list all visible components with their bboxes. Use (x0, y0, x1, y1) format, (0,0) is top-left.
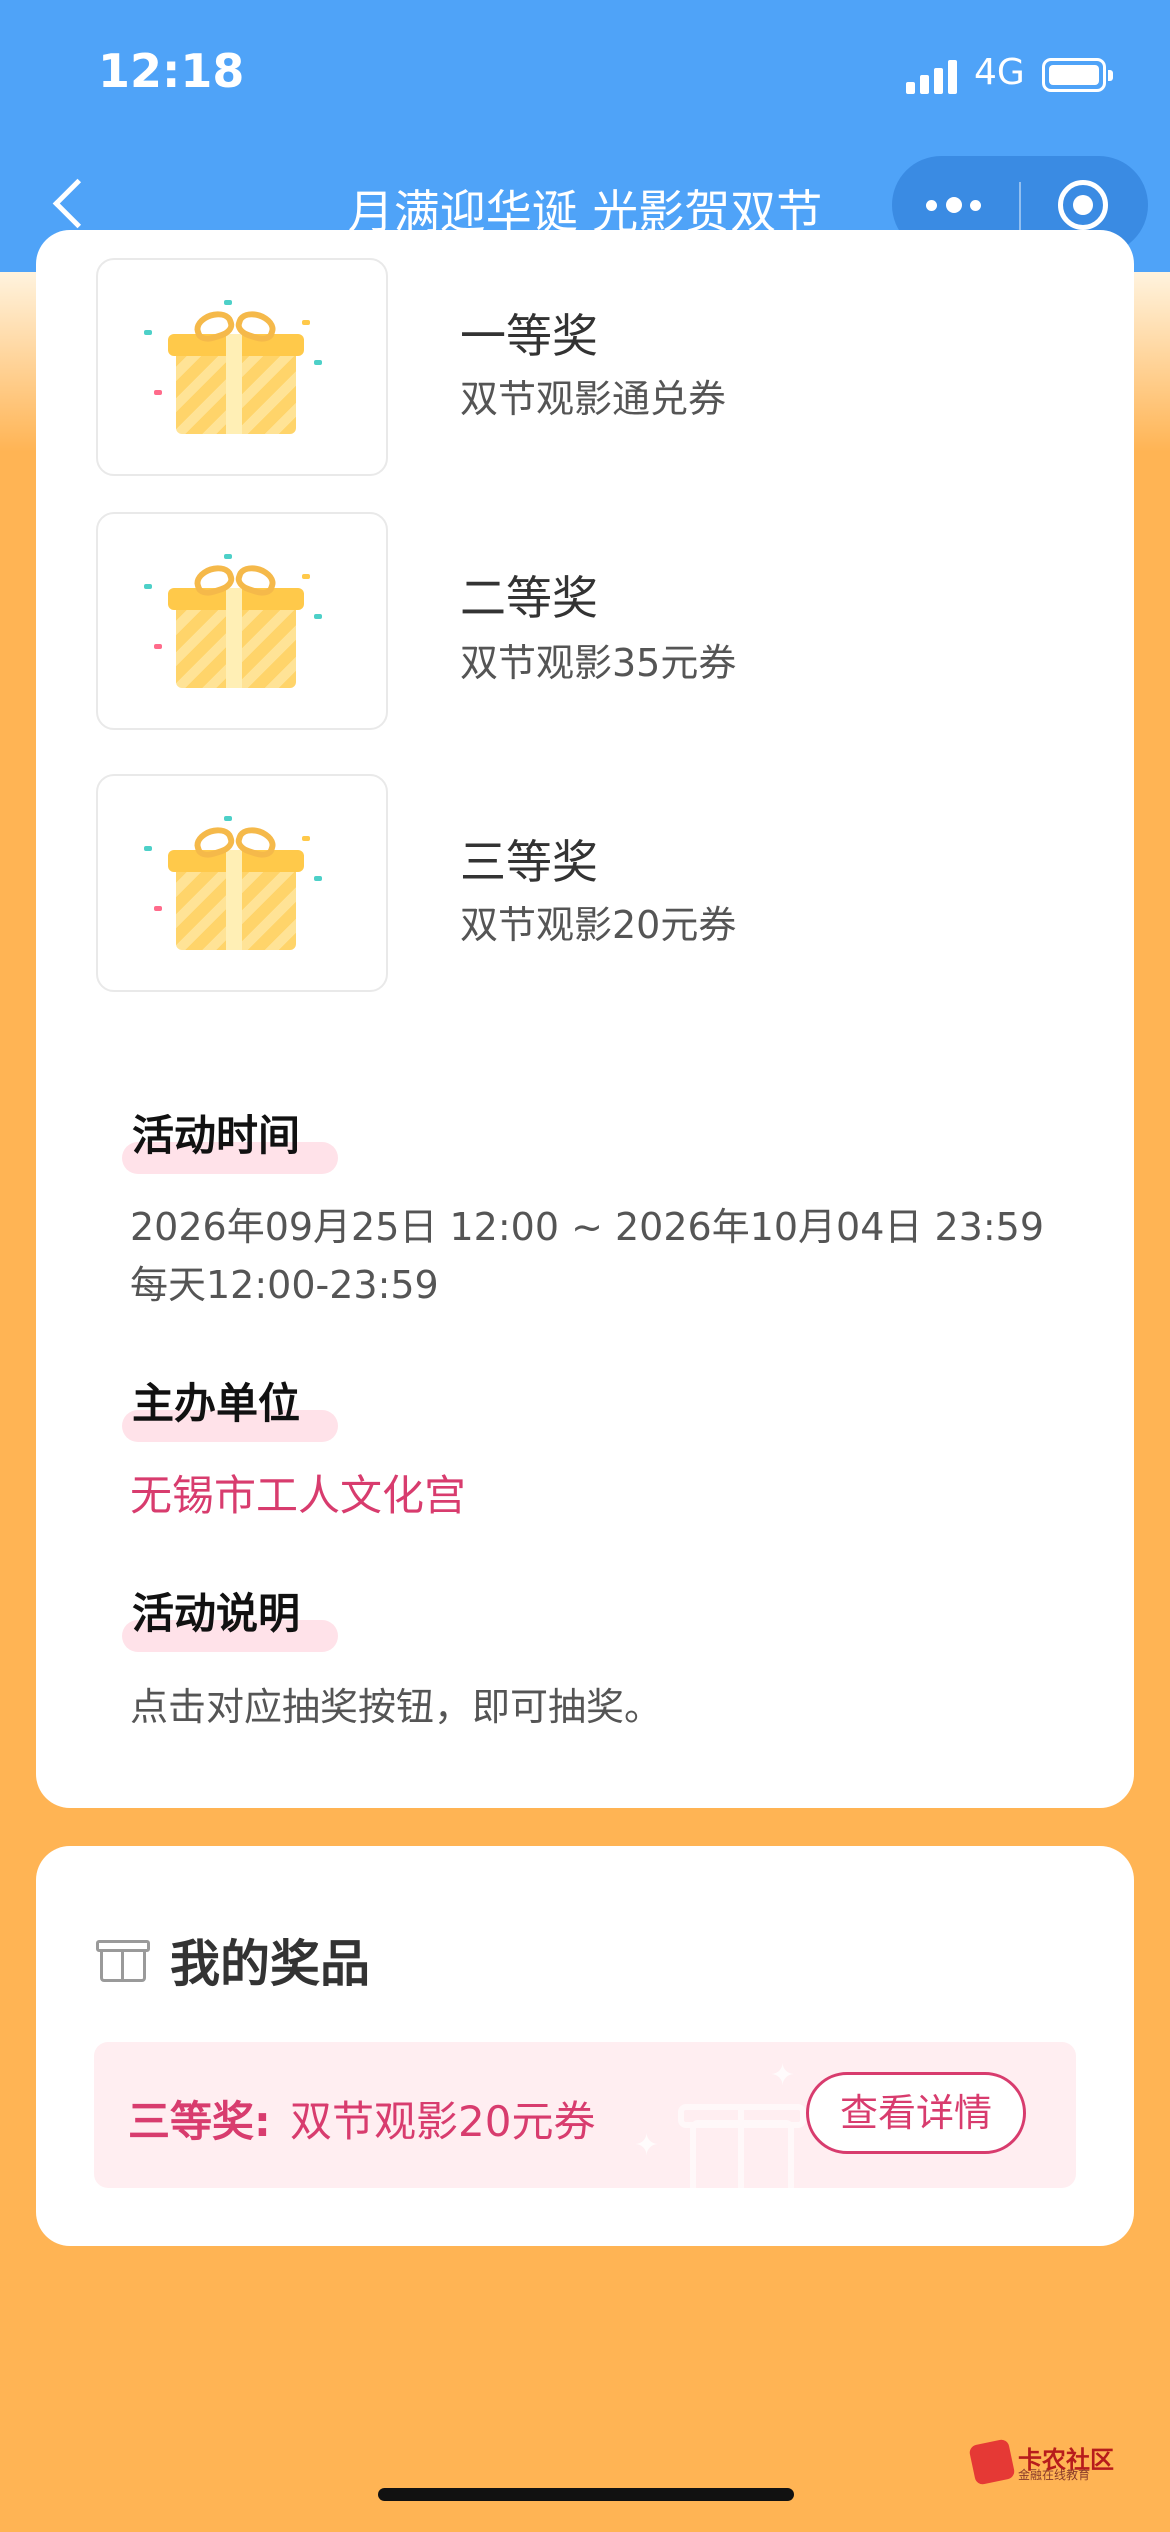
activity-daily-hours: 每天12:00-23:59 (130, 1263, 439, 1307)
view-details-button[interactable]: 查看详情 (806, 2072, 1026, 2154)
description-text: 点击对应抽奖按钮，即可抽奖。 (130, 1685, 663, 1729)
close-miniprogram-icon[interactable] (1058, 180, 1108, 230)
prize-level: 一等奖 (460, 309, 598, 363)
kanong-logo-icon (968, 2438, 1016, 2486)
my-prizes-title: 我的奖品 (170, 1935, 370, 1993)
home-indicator[interactable] (378, 2488, 794, 2501)
network-label: 4G (974, 52, 1025, 93)
section-title-organizer: 主办单位 (132, 1379, 301, 1428)
section-title-time: 活动时间 (132, 1111, 301, 1160)
prize-name: 双节观影通兑券 (460, 377, 727, 421)
sparkle-icon: ✦ (770, 2058, 796, 2093)
prize-level: 三等奖 (460, 835, 598, 889)
status-time: 12:18 (98, 44, 245, 98)
sparkle-icon: ✦ (634, 2128, 660, 2163)
prize-level: 二等奖 (460, 571, 598, 625)
prize-image-1 (96, 258, 388, 476)
my-prize-name: 双节观影20元券 (290, 2097, 596, 2146)
activity-time-range: 2026年09月25日 12:00 ~ 2026年10月04日 23:59 (130, 1205, 1045, 1249)
activity-card: 一等奖 双节观影通兑券 二等奖 双节观影35元券 三等奖 双节观影20元券 活动… (36, 230, 1134, 1808)
prize-image-3 (96, 774, 388, 992)
watermark-subtext: 金融在线教育 (1018, 2468, 1091, 2482)
organizer-name[interactable]: 无锡市工人文化宫 (130, 1462, 466, 1523)
my-prize-item: 三等奖: 双节观影20元券 ✦ ✦ 查看详情 (94, 2042, 1076, 2188)
signal-icon (906, 60, 960, 94)
prize-image-2 (96, 512, 388, 730)
my-prizes-card: 我的奖品 三等奖: 双节观影20元券 ✦ ✦ 查看详情 (36, 1846, 1134, 2246)
gift-icon (144, 816, 322, 950)
prize-name: 双节观影20元券 (460, 903, 737, 947)
section-title-description: 活动说明 (132, 1589, 301, 1638)
gift-outline-icon (96, 1928, 150, 1982)
gift-icon (144, 554, 322, 688)
capsule-divider (1019, 182, 1021, 230)
more-icon[interactable] (926, 196, 992, 216)
battery-icon (1042, 58, 1113, 92)
gift-icon (144, 300, 322, 434)
gift-watermark-icon (674, 2082, 814, 2188)
prize-name: 双节观影35元券 (460, 641, 737, 685)
my-prize-level: 三等奖: (128, 2097, 271, 2146)
